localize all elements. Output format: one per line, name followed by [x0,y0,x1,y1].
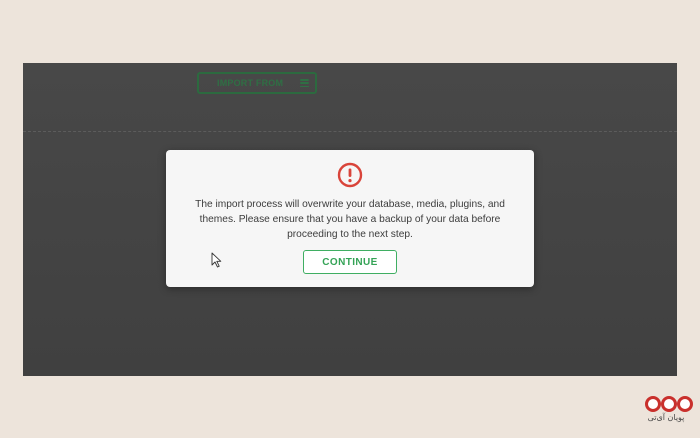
exclamation-circle-icon [337,162,363,188]
hamburger-menu-icon [300,79,309,87]
mouse-cursor-icon [211,252,222,268]
three-red-circles-logo [645,396,693,412]
watermark-text: پویان آی‌تی [647,413,685,422]
import-from-button[interactable]: IMPORT FROM [197,72,317,94]
import-from-label: IMPORT FROM [217,78,284,88]
divider [23,131,677,132]
dialog-message: The import process will overwrite your d… [195,199,505,240]
watermark-logo: پویان آی‌تی [640,393,696,429]
continue-button[interactable]: CONTINUE [303,250,397,274]
